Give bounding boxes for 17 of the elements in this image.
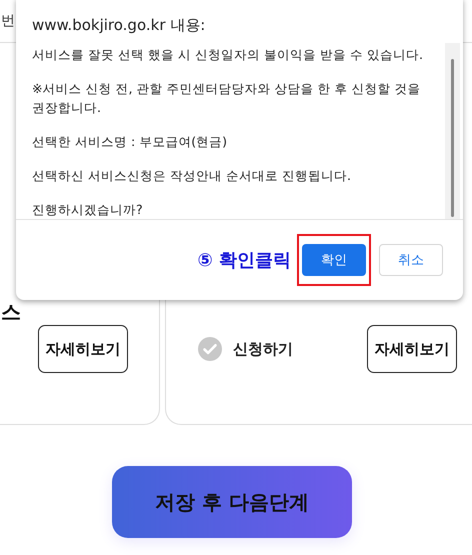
dialog-title: www.bokjiro.go.kr 내용:	[31, 15, 206, 36]
dialog-message: ※서비스 신청 전, 관할 주민센터담당자와 상담을 한 후 신청할 것을 권장합니다.	[32, 80, 422, 117]
next-step-button[interactable]: 저장 후 다음단계	[112, 466, 352, 538]
cancel-button[interactable]: 취소	[379, 244, 443, 276]
details-button[interactable]: 자세히보기	[367, 325, 457, 373]
dialog-message: 선택한 서비스명 : 부모급여(현금)	[32, 133, 228, 151]
dialog-message: 선택하신 서비스신청은 작성안내 순서대로 진행됩니다.	[32, 167, 352, 185]
dialog-message: 진행하시겠습니까?	[32, 201, 144, 219]
dialog-message: 서비스를 잘못 선택 했을 시 신청일자의 불이익을 받을 수 있습니다.	[32, 46, 424, 64]
card-title: 스	[1, 300, 21, 324]
apply-label[interactable]: 신청하기	[233, 340, 293, 358]
confirm-button[interactable]: 확인	[302, 244, 366, 276]
annotation-text: ⑤ 확인클릭	[197, 249, 291, 272]
details-button[interactable]: 자세히보기	[38, 325, 128, 373]
scrollbar[interactable]	[445, 43, 460, 219]
header-text: 번	[1, 12, 15, 30]
check-circle-icon[interactable]	[198, 337, 222, 361]
